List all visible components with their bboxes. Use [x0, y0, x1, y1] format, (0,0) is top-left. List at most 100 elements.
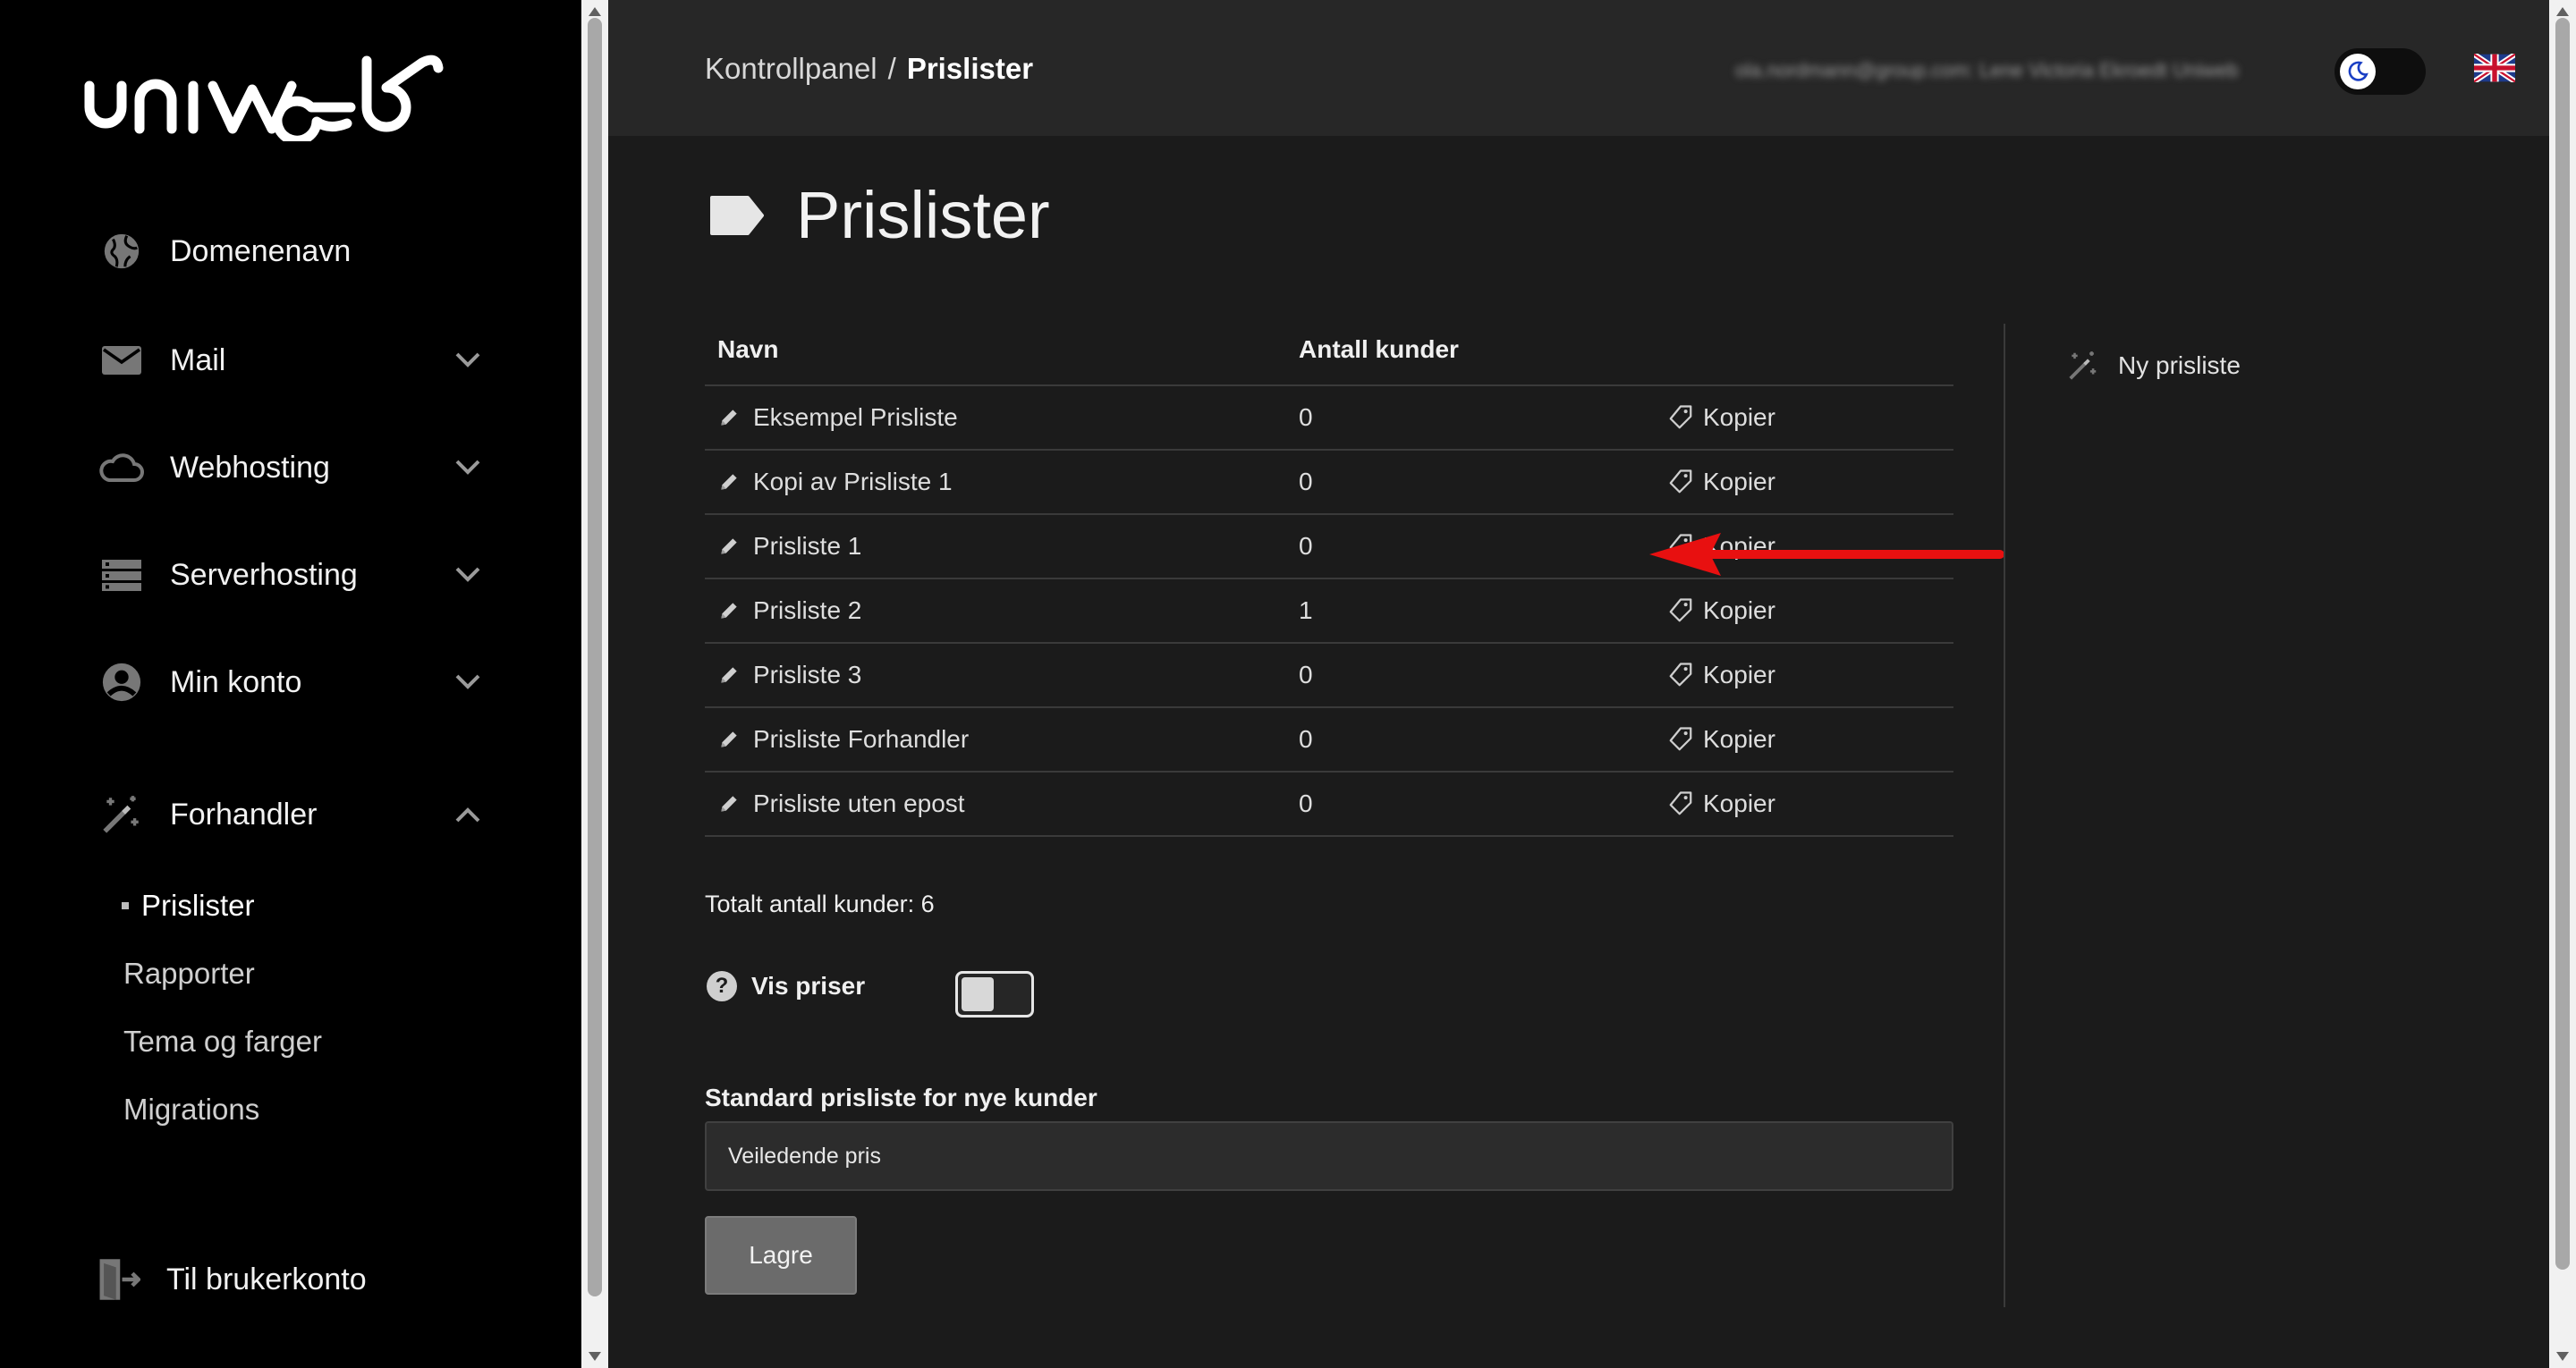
uk-flag-icon[interactable] [2474, 54, 2515, 82]
pricelist-name-link[interactable]: Prisliste 2 [753, 596, 861, 625]
sidebar-subitem-label: Migrations [123, 1093, 260, 1126]
column-header-antall-kunder[interactable]: Antall kunder [1299, 335, 1667, 364]
default-pricelist-select[interactable]: Veiledende pris [705, 1121, 1953, 1191]
sidebar-item-domenenavn[interactable]: Domenenavn [98, 220, 474, 283]
sidebar-subitem-label: Prislister [141, 889, 255, 922]
copy-label: Kopier [1703, 790, 1775, 817]
sidebar-item-serverhosting[interactable]: Serverhosting [98, 544, 480, 606]
copy-button[interactable]: Kopier [1667, 468, 1953, 496]
chevron-down-icon[interactable] [453, 560, 483, 590]
uniweb-logo[interactable]: uniweb [82, 52, 476, 141]
table-row: Prisliste uten epost 0 Kopier [705, 773, 1953, 837]
chevron-down-icon[interactable] [453, 452, 483, 483]
pricelist-name-cell: Prisliste uten epost [705, 790, 1299, 818]
account-icon [98, 659, 145, 705]
breadcrumb-root[interactable]: Kontrollpanel [705, 52, 877, 86]
column-divider [2004, 324, 2005, 1307]
copy-button[interactable]: Kopier [1667, 403, 1953, 432]
copy-label: Kopier [1703, 596, 1775, 624]
page-heading: Prislister [796, 178, 1050, 252]
pencil-icon [721, 731, 737, 747]
sidebar-item-min-konto[interactable]: Min konto [98, 651, 480, 714]
copy-button[interactable]: Kopier [1667, 790, 1953, 818]
sidebar-scrollbar-thumb[interactable] [588, 18, 602, 1296]
sidebar-item-label: Til brukerkonto [166, 1262, 367, 1296]
customer-count-cell: 1 [1299, 596, 1313, 624]
main-content: Prislister Navn Antall kunder Eksempel P… [608, 136, 2549, 1368]
moon-icon [2340, 54, 2376, 89]
scroll-down-icon[interactable] [2556, 1352, 2569, 1361]
pricelist-name-link[interactable]: Eksempel Prisliste [753, 403, 958, 432]
pencil-icon [721, 410, 737, 426]
save-button[interactable]: Lagre [705, 1216, 857, 1295]
pricelist-name-link[interactable]: Prisliste 3 [753, 661, 861, 689]
breadcrumb-current: Prislister [906, 52, 1034, 85]
exit-icon [95, 1256, 141, 1303]
scroll-up-icon[interactable] [2556, 7, 2569, 16]
pencil-icon [721, 538, 737, 554]
default-pricelist-label: Standard prisliste for nye kunder [705, 1084, 1097, 1111]
sidebar-subitem-label: Tema og farger [123, 1025, 322, 1058]
top-bar: Kontrollpanel / Prislister ola.nordmann@… [608, 0, 2549, 136]
chevron-up-icon[interactable] [453, 799, 483, 830]
page-scrollbar-thumb[interactable] [2555, 18, 2570, 1270]
sidebar-item-mail[interactable]: Mail [98, 329, 480, 392]
theme-toggle[interactable] [2334, 48, 2426, 95]
sidebar-item-forhandler[interactable]: Forhandler [98, 783, 480, 846]
chevron-down-icon[interactable] [453, 667, 483, 697]
chevron-down-icon[interactable] [453, 345, 483, 376]
sidebar: uniweb Domenenavn Mail Webhosting Server… [0, 0, 581, 1368]
tag-icon [1669, 663, 1692, 687]
user-info: ola.nordmann@group.com: Lene Victoria Ek… [1735, 59, 2239, 80]
label-icon [710, 195, 764, 235]
table-row: Prisliste 2 1 Kopier [705, 579, 1953, 644]
scroll-up-icon[interactable] [589, 7, 601, 16]
sidebar-scrollbar[interactable] [581, 0, 608, 1368]
new-pricelist-button[interactable]: Ny prisliste [2066, 349, 2241, 383]
mail-icon [98, 337, 145, 384]
total-customers: Totalt antall kunder: 6 [705, 891, 935, 917]
sidebar-item-label: Webhosting [170, 450, 330, 485]
pricelist-name-cell: Kopi av Prisliste 1 [705, 468, 1299, 496]
column-header-navn[interactable]: Navn [705, 335, 1299, 364]
pricelist-name-cell: Prisliste 2 [705, 596, 1299, 625]
pricelist-name-link[interactable]: Prisliste 1 [753, 532, 861, 561]
scroll-down-icon[interactable] [589, 1352, 601, 1361]
show-prices-toggle[interactable] [955, 971, 1034, 1018]
breadcrumb-separator: / [887, 52, 896, 85]
sidebar-subitem-migrations[interactable]: Migrations [123, 1087, 259, 1132]
sidebar-item-til-brukerkonto[interactable]: Til brukerkonto [95, 1248, 470, 1311]
pricelist-name-link[interactable]: Prisliste uten epost [753, 790, 965, 818]
tag-icon [1669, 727, 1692, 751]
pricelist-name-cell: Prisliste Forhandler [705, 725, 1299, 754]
breadcrumb: Kontrollpanel / Prislister [705, 52, 1033, 86]
table-row: Prisliste Forhandler 0 Kopier [705, 708, 1953, 773]
copy-button[interactable]: Kopier [1667, 596, 1953, 625]
sidebar-subitem-rapporter[interactable]: Rapporter [123, 951, 255, 996]
page-scrollbar[interactable] [2549, 0, 2576, 1368]
table-row: Prisliste 3 0 Kopier [705, 644, 1953, 708]
sidebar-item-webhosting[interactable]: Webhosting [98, 436, 480, 499]
customer-count-cell: 0 [1299, 790, 1313, 817]
customer-count-cell: 0 [1299, 725, 1313, 753]
sidebar-item-label: Forhandler [170, 797, 318, 832]
tag-icon [1669, 791, 1692, 815]
pencil-icon [721, 667, 737, 683]
server-icon [98, 552, 145, 598]
pricelist-name-cell: Eksempel Prisliste [705, 403, 1299, 432]
sidebar-subitem-prislister[interactable]: Prislister [122, 883, 255, 928]
sidebar-subitem-tema-og-farger[interactable]: Tema og farger [123, 1019, 322, 1064]
pricelist-name-link[interactable]: Prisliste Forhandler [753, 725, 969, 754]
copy-button[interactable]: Kopier [1667, 725, 1953, 754]
new-pricelist-label: Ny prisliste [2118, 351, 2241, 379]
table-body: Eksempel Prisliste 0 Kopier Kopi av Prislis… [705, 386, 1953, 837]
pricelist-name-link[interactable]: Kopi av Prisliste 1 [753, 468, 953, 496]
toggle-knob [962, 977, 994, 1011]
sidebar-item-label: Min konto [170, 664, 302, 699]
cloud-icon [98, 444, 145, 491]
customer-count-cell: 0 [1299, 532, 1313, 560]
copy-button[interactable]: Kopier [1667, 661, 1953, 689]
logo-text: uniweb [82, 52, 86, 53]
customer-count-cell: 0 [1299, 468, 1313, 495]
help-icon[interactable]: ? [707, 971, 737, 1001]
